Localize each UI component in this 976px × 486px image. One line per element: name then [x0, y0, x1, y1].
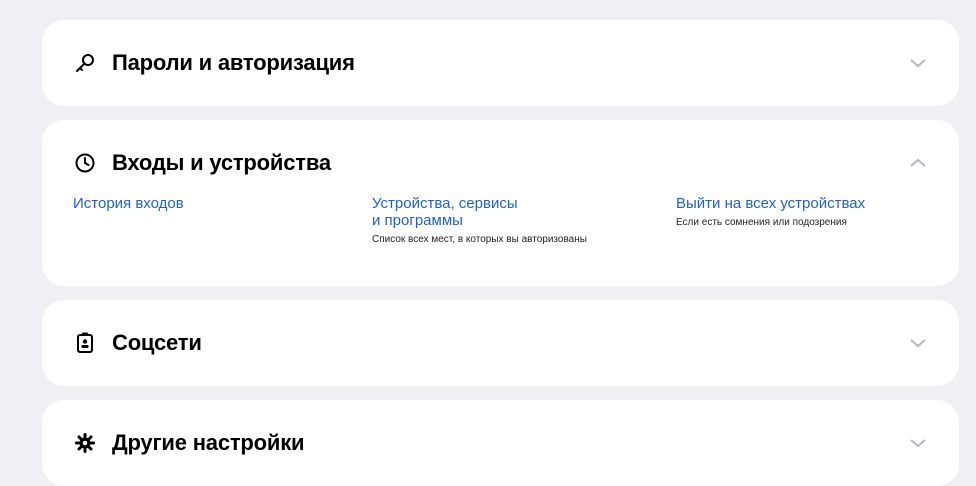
section-title: Пароли и авторизация	[112, 50, 355, 75]
clock-icon	[74, 152, 96, 174]
logout-all-devices-link[interactable]: Выйти на всех устройствах	[676, 195, 865, 212]
devices-services-link[interactable]: Устройства, сервисы и программы	[372, 195, 587, 229]
logout-all-block: Выйти на всех устройствах Если есть сомн…	[676, 195, 865, 229]
chevron-up-icon[interactable]	[909, 157, 927, 169]
id-badge-icon	[74, 332, 96, 354]
chevron-down-icon[interactable]	[909, 337, 927, 349]
devices-services-description: Список всех мест, в которых вы авторизов…	[372, 234, 587, 245]
section-passwords-card: Пароли и авторизация	[42, 20, 959, 106]
section-social-card: Соцсети	[42, 300, 959, 386]
link-line-1: Устройства, сервисы	[372, 195, 518, 212]
login-history-block: История входов	[73, 195, 184, 212]
chevron-down-icon[interactable]	[909, 437, 927, 449]
section-title: Входы и устройства	[112, 150, 331, 175]
chevron-down-icon[interactable]	[909, 57, 927, 69]
section-other-settings-header[interactable]: Другие настройки	[42, 400, 959, 486]
devices-services-block: Устройства, сервисы и программы Список в…	[372, 195, 587, 246]
section-passwords-header[interactable]: Пароли и авторизация	[42, 20, 959, 106]
section-title: Соцсети	[112, 330, 202, 355]
section-other-settings-card: Другие настройки	[42, 400, 959, 486]
logout-all-description: Если есть сомнения или подозрения	[676, 217, 847, 228]
key-icon	[74, 52, 96, 74]
section-social-header[interactable]: Соцсети	[42, 300, 959, 386]
section-logins-devices-header[interactable]: Входы и устройства	[42, 120, 959, 206]
gear-icon	[74, 432, 96, 454]
login-history-link[interactable]: История входов	[73, 195, 184, 212]
link-line-2: и программы	[372, 212, 463, 229]
section-title: Другие настройки	[112, 430, 305, 455]
